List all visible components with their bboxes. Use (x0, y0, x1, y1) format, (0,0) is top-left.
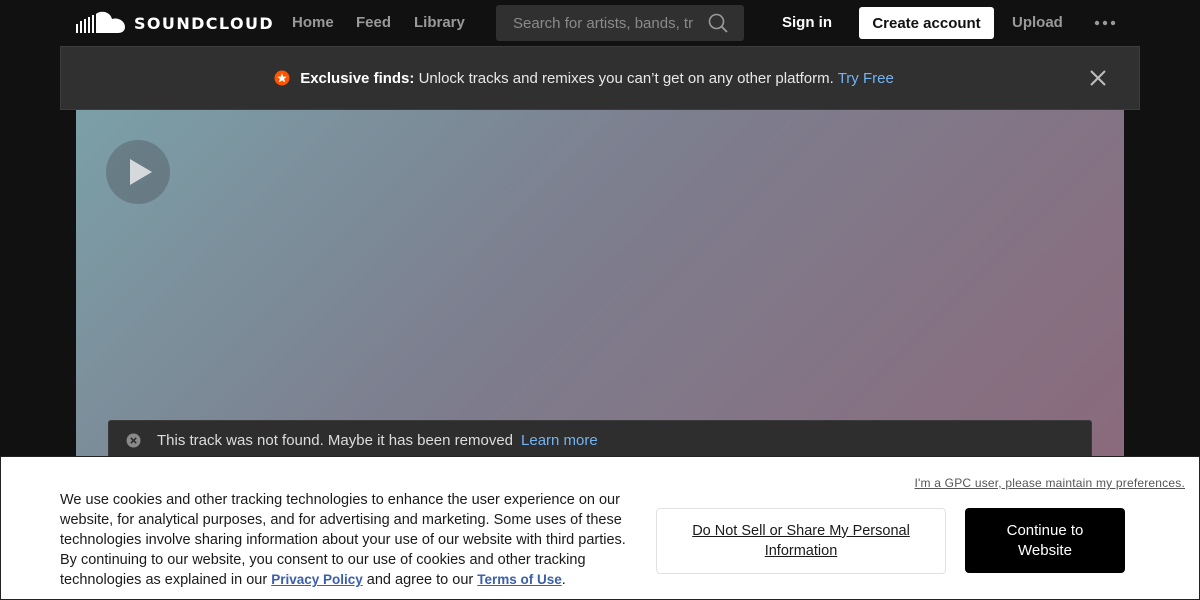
banner-content: Exclusive finds: Unlock tracks and remix… (274, 70, 894, 87)
promo-banner: Exclusive finds: Unlock tracks and remix… (60, 46, 1140, 110)
nav-library[interactable]: Library (414, 14, 465, 32)
create-account-button[interactable]: Create account (859, 7, 994, 39)
search-icon[interactable] (708, 13, 728, 33)
try-free-link[interactable]: Try Free (838, 70, 894, 87)
banner-title: Exclusive finds: (300, 69, 415, 87)
not-found-message: This track was not found. Maybe it has b… (157, 431, 514, 449)
cloud-icon (76, 11, 125, 33)
error-circle-icon (126, 433, 141, 447)
more-horizontal-icon[interactable] (1094, 18, 1116, 28)
terms-of-use-link[interactable]: Terms of Use (477, 572, 562, 587)
upload-link[interactable]: Upload (1012, 14, 1063, 32)
nav-feed[interactable]: Feed (356, 14, 391, 32)
logo-text: SOUNDCLOUD (134, 13, 275, 33)
soundcloud-logo[interactable]: SOUNDCLOUD (76, 11, 274, 35)
close-icon[interactable] (1089, 69, 1107, 87)
nav-home[interactable]: Home (292, 14, 334, 32)
continue-to-website-button[interactable]: Continue to Website (965, 508, 1125, 573)
do-not-sell-button[interactable]: Do Not Sell or Share My Personal Informa… (656, 508, 946, 574)
gpc-preference-link[interactable]: I'm a GPC user, please maintain my prefe… (915, 476, 1185, 490)
star-badge-icon (274, 70, 290, 86)
top-navbar: SOUNDCLOUD Home Feed Library Sign in Cre… (0, 0, 1200, 46)
cookie-period: . (561, 572, 566, 588)
search-box (496, 5, 744, 41)
sign-in-link[interactable]: Sign in (782, 14, 832, 32)
search-input[interactable] (496, 5, 706, 41)
play-button[interactable] (106, 140, 170, 204)
cookie-consent-bar: I'm a GPC user, please maintain my prefe… (0, 456, 1200, 600)
cookie-text: We use cookies and other tracking techno… (60, 490, 626, 590)
track-hero: This track was not found. Maybe it has b… (76, 110, 1124, 456)
banner-text: Unlock tracks and remixes you can’t get … (418, 69, 834, 87)
track-not-found-alert: This track was not found. Maybe it has b… (108, 420, 1092, 456)
cookie-and-text: and agree to our (366, 572, 474, 588)
play-icon (130, 159, 152, 185)
learn-more-link[interactable]: Learn more (521, 432, 598, 449)
privacy-policy-link[interactable]: Privacy Policy (271, 572, 363, 587)
